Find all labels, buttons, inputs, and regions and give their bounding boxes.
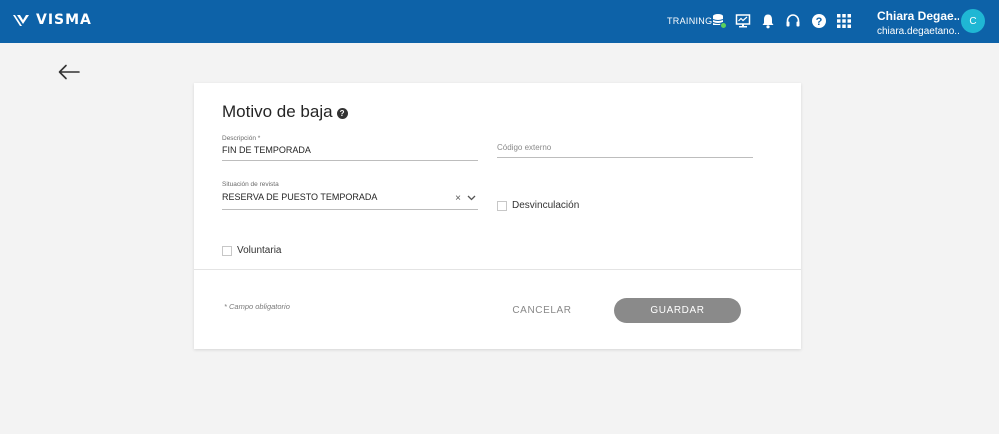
database-icon[interactable]: [710, 12, 728, 30]
user-name: Chiara Degae...: [877, 9, 959, 23]
environment-label: TRAINING: [667, 16, 713, 26]
save-button[interactable]: GUARDAR: [614, 298, 741, 323]
descripcion-label: Descripción *: [222, 135, 261, 142]
user-email: chiara.degaetano...: [877, 26, 959, 37]
descripcion-underline: [222, 160, 478, 161]
required-note: * Campo obligatorio: [224, 302, 290, 311]
svg-text:?: ?: [816, 16, 823, 28]
bell-icon[interactable]: [759, 12, 777, 30]
desvinculacion-checkbox[interactable]: Desvinculación: [497, 200, 579, 211]
codigo-externo-input[interactable]: Código externo: [497, 143, 753, 152]
voluntaria-checkbox[interactable]: Voluntaria: [222, 245, 281, 256]
cancel-button[interactable]: CANCELAR: [498, 301, 586, 319]
voluntaria-label: Voluntaria: [237, 245, 282, 256]
codigo-externo-underline: [497, 157, 753, 158]
voluntaria-checkbox-box[interactable]: [222, 245, 232, 256]
user-menu[interactable]: Chiara Degae... chiara.degaetano...: [877, 9, 959, 37]
form-card: Motivo de baja ? Descripción * FIN DE TE…: [194, 83, 801, 349]
monitor-icon[interactable]: [734, 12, 752, 30]
apps-grid-icon[interactable]: [835, 12, 853, 30]
situacion-revista-underline: [222, 209, 478, 210]
footer-divider: [194, 269, 801, 270]
clear-icon[interactable]: ×: [455, 193, 461, 204]
headset-icon[interactable]: [784, 12, 802, 30]
chevron-down-icon[interactable]: [467, 193, 476, 204]
logo-text: VISMA: [36, 12, 92, 28]
descripcion-input[interactable]: FIN DE TEMPORADA: [222, 145, 478, 157]
situacion-revista-select[interactable]: Situación de revista RESERVA DE PUESTO T…: [222, 181, 478, 210]
desvinculacion-checkbox-box[interactable]: [497, 200, 507, 211]
descripcion-field[interactable]: Descripción * FIN DE TEMPORADA: [222, 135, 478, 161]
avatar[interactable]: C: [961, 9, 985, 33]
visma-logo[interactable]: VISMA: [12, 12, 92, 28]
situacion-revista-value[interactable]: RESERVA DE PUESTO TEMPORADA: [222, 192, 478, 204]
page-title-text: Motivo de baja: [222, 102, 333, 121]
back-arrow-icon[interactable]: [57, 63, 81, 81]
desvinculacion-label: Desvinculación: [512, 200, 580, 211]
situacion-revista-label: Situación de revista: [222, 181, 279, 188]
select-controls: ×: [455, 193, 476, 204]
top-bar: VISMA TRAINING ? Chiara Degae... chiara.…: [0, 0, 999, 43]
help-icon[interactable]: ?: [336, 107, 348, 119]
help-icon[interactable]: ?: [810, 12, 828, 30]
page-title: Motivo de baja ?: [222, 102, 348, 122]
codigo-externo-field[interactable]: Código externo: [497, 143, 753, 158]
visma-logo-icon: [13, 15, 29, 26]
